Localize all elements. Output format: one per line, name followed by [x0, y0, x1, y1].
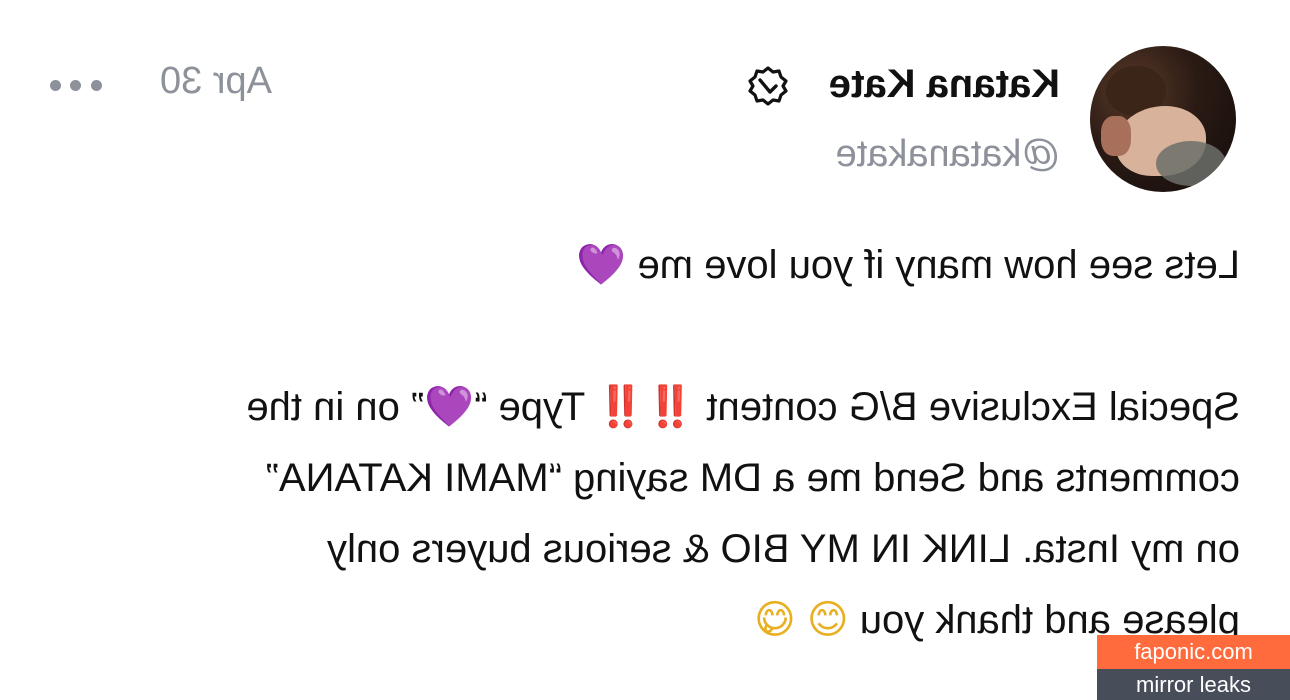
watermark-caption: mirror leaks [1097, 669, 1290, 700]
avatar[interactable] [1090, 46, 1236, 192]
post-text: Type “ [474, 385, 596, 429]
double-exclamation-icon: ‼️‼️ [595, 384, 696, 430]
post-text: comments and Send me a DM saying “MAMI K… [265, 456, 1240, 500]
author-display-name[interactable]: Katana Kate [829, 62, 1060, 107]
smiling-face-icon: 😊 [806, 597, 849, 643]
post-line: Special Exclusive B/G content ‼️‼️ Type … [50, 372, 1240, 443]
verified-badge-icon [748, 66, 788, 106]
face-savoring-food-icon: 😋 [754, 597, 796, 643]
author-handle[interactable]: @katanakate [836, 133, 1061, 176]
purple-heart-icon: 💜 [576, 242, 627, 288]
post-line: comments and Send me a DM saying “MAMI K… [50, 443, 1240, 514]
more-dots-icon[interactable] [50, 75, 102, 95]
post-text: Lets see how many if you love me [637, 243, 1240, 287]
watermark-site: faponic.com [1097, 635, 1290, 669]
post-card: Katana Kate @katanakate Apr 30 Lets see … [0, 0, 1290, 700]
post-text: ” on in the [246, 385, 425, 429]
watermark: faponic.com mirror leaks [1097, 635, 1290, 700]
post-text: on my Insta. LINK IN MY BIO & serious bu… [327, 527, 1240, 571]
post-line: please and thank you 😊 😋 [50, 585, 1240, 656]
post-line: on my Insta. LINK IN MY BIO & serious bu… [50, 514, 1240, 585]
purple-heart-icon: 💜 [424, 384, 475, 430]
post-date: Apr 30 [160, 60, 272, 102]
post-line: Lets see how many if you love me 💜 [50, 230, 1240, 301]
post-text: Special Exclusive B/G content [695, 385, 1240, 429]
post-body: Lets see how many if you love me 💜 Speci… [50, 230, 1240, 656]
